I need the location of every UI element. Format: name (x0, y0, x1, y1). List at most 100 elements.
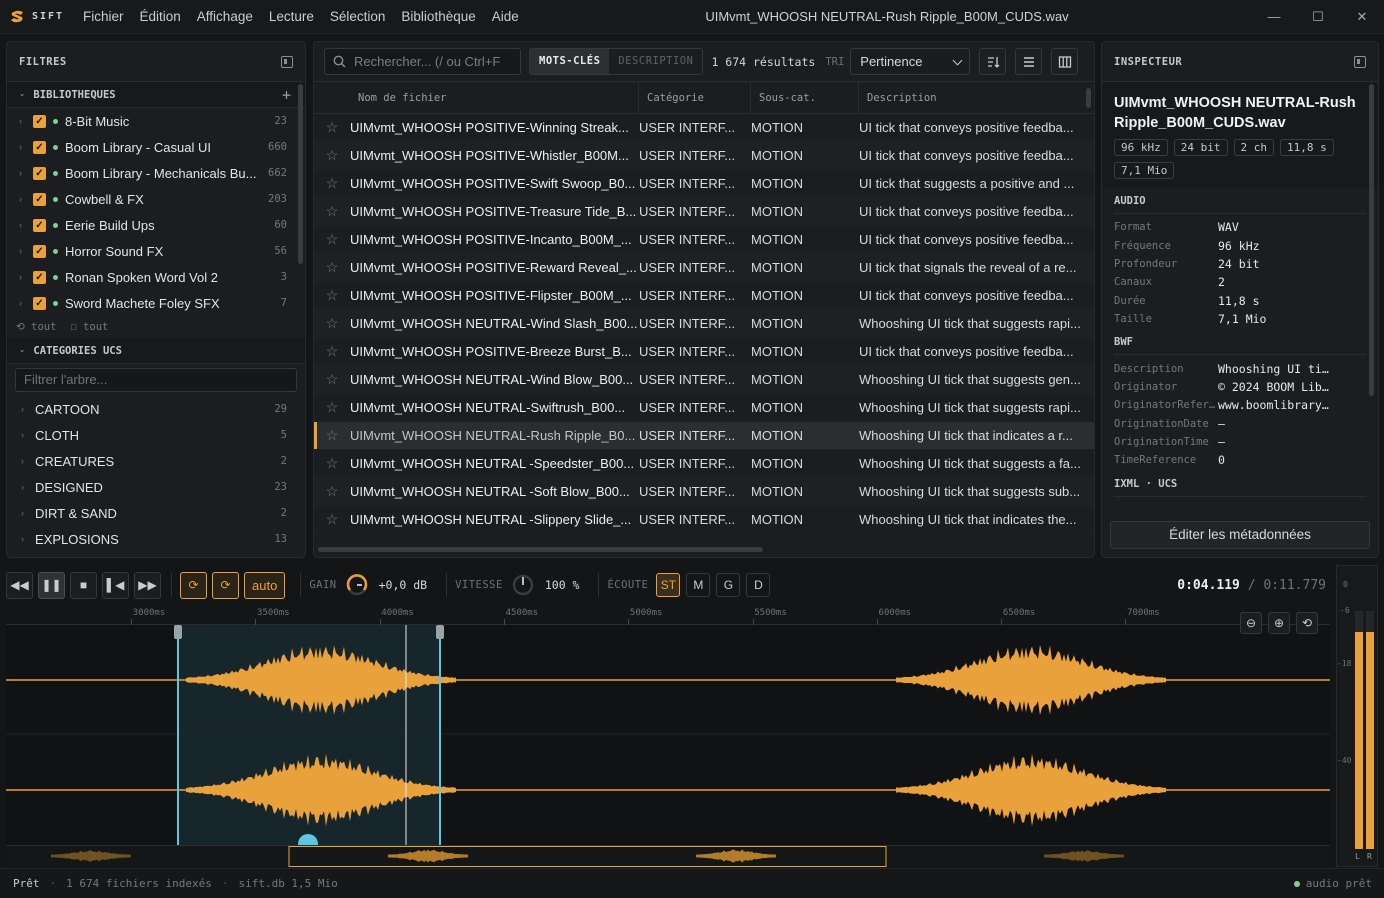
menu-edition[interactable]: Édition (140, 9, 181, 24)
favorite-star-icon[interactable]: ☆ (314, 371, 350, 388)
chevron-right-icon[interactable]: › (21, 456, 35, 466)
chevron-right-icon[interactable]: › (19, 116, 33, 126)
chevron-right-icon[interactable]: › (21, 508, 35, 518)
rewind-button[interactable]: ◀◀ (6, 571, 33, 599)
library-item[interactable]: › ✓ 8-Bit Music 23 (7, 108, 305, 134)
edit-metadata-button[interactable]: Éditer les métadonnées (1110, 521, 1370, 549)
forward-button[interactable]: ▶▶ (134, 571, 161, 599)
favorite-star-icon[interactable]: ☆ (314, 399, 350, 416)
chevron-right-icon[interactable]: › (21, 404, 35, 414)
waveform-view[interactable]: ⊖ ⊕ ⟲ (6, 612, 1330, 854)
library-item[interactable]: › ✓ Ronan Spoken Word Vol 2 3 (7, 264, 305, 290)
menu-affichage[interactable]: Affichage (197, 9, 253, 24)
library-checkbox[interactable]: ✓ (33, 270, 46, 284)
favorite-star-icon[interactable]: ☆ (314, 287, 350, 304)
table-row[interactable]: ☆ UIMvmt_WHOOSH NEUTRAL-Rush Ripple_B0..… (314, 422, 1094, 450)
stop-button[interactable]: ■ (70, 571, 97, 599)
ucs-category-item[interactable]: › CLOTH 5 (7, 422, 305, 448)
overview-canvas[interactable] (6, 846, 1330, 868)
library-checkbox[interactable]: ✓ (33, 218, 46, 232)
zoom-out-button[interactable]: ⊖ (1240, 612, 1262, 634)
ucs-section-header[interactable]: › CATEGORIES UCS (7, 338, 305, 364)
auto-play-button[interactable]: auto (244, 571, 286, 599)
favorite-star-icon[interactable]: ☆ (314, 259, 350, 276)
table-row[interactable]: ☆ UIMvmt_WHOOSH POSITIVE-Winning Streak.… (314, 114, 1094, 142)
library-item[interactable]: › ✓ Cowbell & FX 203 (7, 186, 305, 212)
waveform-canvas[interactable] (6, 625, 1330, 854)
ucs-category-item[interactable]: › DIRT & SAND 2 (7, 500, 305, 526)
loop-button[interactable]: ⟳ (180, 571, 207, 599)
table-row[interactable]: ☆ UIMvmt_WHOOSH NEUTRAL -Speedster_B00..… (314, 450, 1094, 478)
chevron-right-icon[interactable]: › (19, 194, 33, 204)
inspector-scrollbar[interactable] (1369, 84, 1374, 396)
library-checkbox[interactable]: ✓ (33, 114, 46, 128)
refresh-all-button[interactable]: ⟲ tout (16, 321, 56, 333)
table-row[interactable]: ☆ UIMvmt_WHOOSH NEUTRAL-Swiftrush_B00...… (314, 394, 1094, 422)
results-scrollbar[interactable] (1086, 88, 1091, 108)
library-checkbox[interactable]: ✓ (33, 192, 46, 206)
sort-direction-button[interactable] (979, 48, 1007, 75)
menu-fichier[interactable]: Fichier (83, 9, 124, 24)
speed-knob-icon[interactable] (511, 573, 535, 597)
menu-lecture[interactable]: Lecture (269, 9, 314, 24)
library-checkbox[interactable]: ✓ (33, 244, 46, 258)
horizontal-scrollbar[interactable] (318, 547, 763, 552)
table-row[interactable]: ☆ UIMvmt_WHOOSH NEUTRAL-Wind Blow_B00...… (314, 366, 1094, 394)
menu-selection[interactable]: Sélection (330, 9, 386, 24)
chevron-right-icon[interactable]: › (21, 482, 35, 492)
column-header-filename[interactable]: Nom de fichier (350, 81, 639, 114)
table-row[interactable]: ☆ UIMvmt_WHOOSH POSITIVE-Breeze Burst_B.… (314, 338, 1094, 366)
mode-keywords-button[interactable]: MOTS-CLÉS (530, 49, 610, 74)
favorite-star-icon[interactable]: ☆ (314, 483, 350, 500)
list-view-button[interactable] (1015, 48, 1043, 75)
favorite-star-icon[interactable]: ☆ (314, 343, 350, 360)
table-row[interactable]: ☆ UIMvmt_WHOOSH POSITIVE-Swift Swoop_B0.… (314, 170, 1094, 198)
chevron-right-icon[interactable]: › (19, 298, 33, 308)
library-checkbox[interactable]: ✓ (33, 140, 46, 154)
column-header-subcategory[interactable]: Sous-cat. (751, 81, 859, 114)
table-row[interactable]: ☆ UIMvmt_WHOOSH POSITIVE-Incanto_B00M_..… (314, 226, 1094, 254)
minimize-button[interactable]: — (1252, 0, 1296, 34)
table-row[interactable]: ☆ UIMvmt_WHOOSH POSITIVE-Treasure Tide_B… (314, 198, 1094, 226)
library-checkbox[interactable]: ✓ (33, 296, 46, 310)
maximize-button[interactable]: ☐ (1296, 0, 1340, 34)
collapse-panel-icon[interactable] (281, 55, 293, 68)
chevron-right-icon[interactable]: › (19, 246, 33, 256)
menu-aide[interactable]: Aide (492, 9, 519, 24)
favorite-star-icon[interactable]: ☆ (314, 315, 350, 332)
library-item[interactable]: › ✓ Sword Machete Foley SFX 7 (7, 290, 305, 316)
chevron-right-icon[interactable]: › (21, 430, 35, 440)
search-input[interactable]: Rechercher... (/ ou Ctrl+F (324, 48, 521, 75)
collapse-panel-icon[interactable] (1354, 55, 1366, 68)
zoom-in-button[interactable]: ⊕ (1268, 612, 1290, 634)
ucs-category-item[interactable]: › EXPLOSIONS 13 (7, 526, 305, 552)
monitor-left-button[interactable]: G (716, 573, 741, 597)
library-item[interactable]: › ✓ Eerie Build Ups 60 (7, 212, 305, 238)
overview-strip[interactable] (6, 845, 1330, 867)
loop-selection-button[interactable]: ⟳ (212, 571, 239, 599)
libraries-section-header[interactable]: › BIBLIOTHEQUES + (7, 82, 305, 108)
pause-button[interactable]: ❚❚ (38, 571, 65, 599)
monitor-mono-button[interactable]: M (686, 573, 711, 597)
time-ruler[interactable]: 3000ms 3500ms 4000ms 4500ms 5000ms 5500ms 6000… (6, 605, 1330, 625)
zoom-reset-button[interactable]: ⟲ (1296, 612, 1318, 634)
add-library-icon[interactable]: + (282, 86, 291, 104)
column-header-category[interactable]: Catégorie (639, 81, 751, 114)
library-item[interactable]: › ✓ Boom Library - Mechanicals Bu... 662 (7, 160, 305, 186)
favorite-star-icon[interactable]: ☆ (314, 231, 350, 248)
table-row[interactable]: ☆ UIMvmt_WHOOSH NEUTRAL -Slippery Slide_… (314, 506, 1094, 534)
library-item[interactable]: › ✓ Boom Library - Casual UI 660 (7, 134, 305, 160)
table-row[interactable]: ☆ UIMvmt_WHOOSH POSITIVE-Flipster_B00M_.… (314, 282, 1094, 310)
table-row[interactable]: ☆ UIMvmt_WHOOSH POSITIVE-Reward Reveal_.… (314, 254, 1094, 282)
close-button[interactable]: ✕ (1340, 0, 1384, 34)
menu-bibliotheque[interactable]: Bibliothèque (401, 9, 475, 24)
monitor-stereo-button[interactable]: ST (656, 573, 681, 597)
chevron-right-icon[interactable]: › (19, 272, 33, 282)
favorite-star-icon[interactable]: ☆ (314, 427, 350, 444)
check-all-button[interactable]: ☐ tout (70, 321, 108, 333)
previous-button[interactable]: ▌◀ (102, 571, 129, 599)
chevron-right-icon[interactable]: › (21, 534, 35, 544)
favorite-star-icon[interactable]: ☆ (314, 511, 350, 528)
chevron-right-icon[interactable]: › (19, 220, 33, 230)
library-checkbox[interactable]: ✓ (33, 166, 46, 180)
